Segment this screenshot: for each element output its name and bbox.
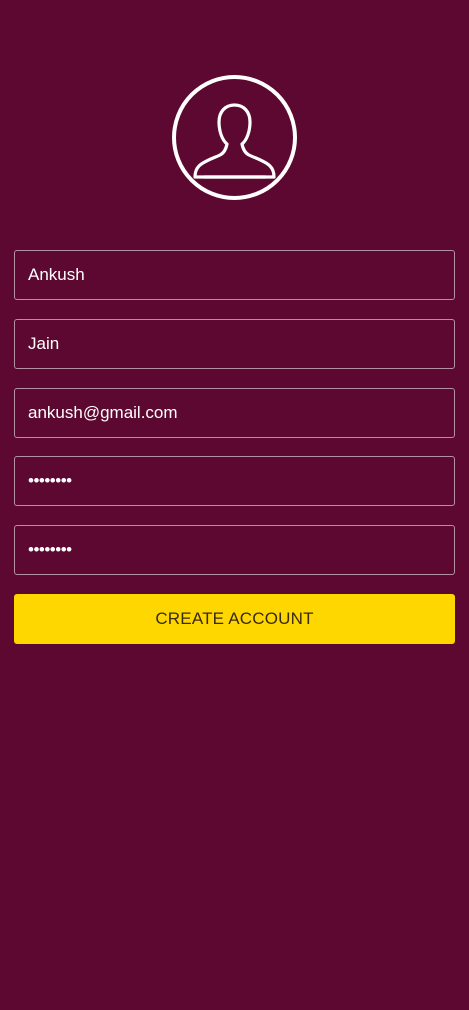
first-name-field[interactable]: Ankush <box>14 250 455 300</box>
create-account-button[interactable]: CREATE ACCOUNT <box>14 594 455 644</box>
password-value: •••••••• <box>28 471 72 490</box>
password-field[interactable]: •••••••• <box>14 456 455 506</box>
email-field[interactable]: ankush@gmail.com <box>14 388 455 438</box>
email-value: ankush@gmail.com <box>28 403 178 422</box>
confirm-password-value: •••••••• <box>28 540 72 559</box>
first-name-value: Ankush <box>28 265 85 284</box>
last-name-value: Jain <box>28 334 60 353</box>
last-name-field[interactable]: Jain <box>14 319 455 369</box>
user-profile-icon[interactable] <box>170 73 299 202</box>
confirm-password-field[interactable]: •••••••• <box>14 525 455 575</box>
